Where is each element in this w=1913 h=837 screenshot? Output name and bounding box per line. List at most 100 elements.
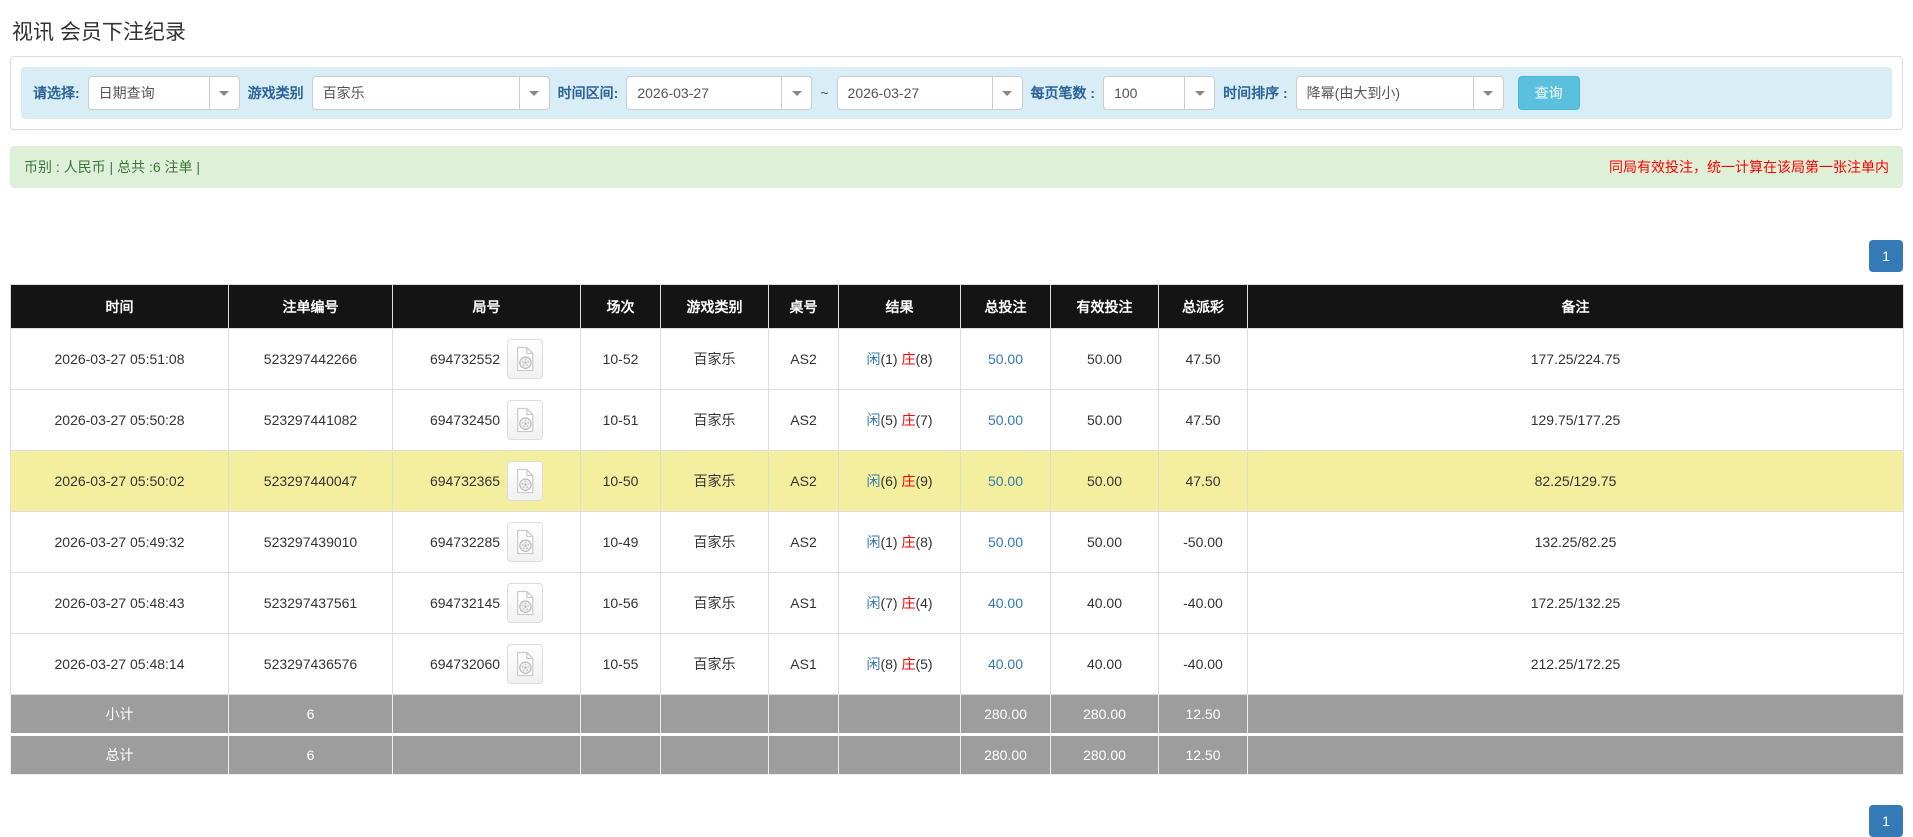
- cell-bet-id: 523297439010: [229, 512, 393, 573]
- search-button[interactable]: 查询: [1518, 76, 1580, 110]
- cell-payout: 47.50: [1159, 390, 1248, 451]
- page: 视讯 会员下注纪录 请选择: 日期查询 游戏类别 百家乐 时间区间: 2026-…: [0, 16, 1913, 837]
- cell-result: 闲(6) 庄(9): [839, 451, 961, 512]
- page-1-button[interactable]: 1: [1869, 805, 1903, 837]
- video-record-icon[interactable]: [507, 522, 543, 562]
- cell-total-bet[interactable]: 50.00: [961, 329, 1051, 390]
- cell-round-id: 694732145: [393, 573, 581, 634]
- cell-table-no: AS2: [769, 512, 839, 573]
- cell-bet-id: 523297441082: [229, 390, 393, 451]
- query-type-select[interactable]: 日期查询: [88, 76, 240, 110]
- footer-session: [581, 735, 661, 775]
- cell-table-no: AS1: [769, 573, 839, 634]
- cell-payout: -50.00: [1159, 512, 1248, 573]
- result-player-count: (7): [880, 595, 901, 611]
- cell-time: 2026-03-27 05:50:28: [11, 390, 229, 451]
- result-banker-label: 庄: [901, 351, 915, 367]
- pagination-top: 1: [10, 240, 1903, 272]
- video-record-icon[interactable]: [507, 461, 543, 501]
- footer-note: [1248, 695, 1904, 735]
- footer-note: [1248, 735, 1904, 775]
- cell-game: 百家乐: [661, 329, 769, 390]
- total-bet-link: 50.00: [988, 534, 1023, 550]
- cell-note: 129.75/177.25: [1248, 390, 1904, 451]
- cell-table-no: AS2: [769, 329, 839, 390]
- cell-total-bet[interactable]: 50.00: [961, 512, 1051, 573]
- column-header: 注单编号: [229, 285, 393, 329]
- cell-total-bet[interactable]: 50.00: [961, 451, 1051, 512]
- game-type-select[interactable]: 百家乐: [312, 76, 550, 110]
- table-row: 2026-03-27 05:48:14523297436576694732060…: [11, 634, 1904, 695]
- video-record-icon[interactable]: [507, 339, 543, 379]
- game-type-value: 百家乐: [313, 83, 519, 103]
- cell-game: 百家乐: [661, 573, 769, 634]
- cell-bet-id: 523297442266: [229, 329, 393, 390]
- footer-result: [839, 735, 961, 775]
- result-player-label: 闲: [866, 656, 880, 672]
- column-header: 有效投注: [1051, 285, 1159, 329]
- result-banker-count: (8): [915, 534, 932, 550]
- result-player-count: (1): [880, 351, 901, 367]
- cell-result: 闲(7) 庄(4): [839, 573, 961, 634]
- result-player-count: (1): [880, 534, 901, 550]
- result-banker-count: (7): [915, 412, 932, 428]
- round-id-text: 694732145: [430, 595, 500, 611]
- cell-total-bet[interactable]: 40.00: [961, 634, 1051, 695]
- betting-records-table: 时间注单编号局号场次游戏类别桌号结果总投注有效投注总派彩备注 2026-03-2…: [10, 284, 1904, 775]
- table-header-row: 时间注单编号局号场次游戏类别桌号结果总投注有效投注总派彩备注: [11, 285, 1904, 329]
- video-record-icon[interactable]: [507, 583, 543, 623]
- footer-count: 6: [229, 695, 393, 735]
- sort-select[interactable]: 降幂(由大到小): [1296, 76, 1504, 110]
- page-size-select[interactable]: 100: [1103, 76, 1215, 110]
- result-player-label: 闲: [866, 412, 880, 428]
- column-header: 总投注: [961, 285, 1051, 329]
- cell-table-no: AS2: [769, 390, 839, 451]
- date-from-select[interactable]: 2026-03-27: [626, 76, 812, 110]
- chevron-down-icon: [209, 77, 239, 109]
- pagination-bottom: 1: [10, 805, 1903, 837]
- video-record-icon[interactable]: [507, 644, 543, 684]
- cell-total-bet[interactable]: 50.00: [961, 390, 1051, 451]
- total-bet-link: 50.00: [988, 351, 1023, 367]
- cell-game: 百家乐: [661, 451, 769, 512]
- cell-session: 10-55: [581, 634, 661, 695]
- footer-game: [661, 735, 769, 775]
- column-header: 局号: [393, 285, 581, 329]
- cell-table-no: AS2: [769, 451, 839, 512]
- table-row: 2026-03-27 05:50:02523297440047694732365…: [11, 451, 1904, 512]
- cell-session: 10-49: [581, 512, 661, 573]
- page-1-button[interactable]: 1: [1869, 240, 1903, 272]
- cell-result: 闲(8) 庄(5): [839, 634, 961, 695]
- cell-valid-bet: 50.00: [1051, 451, 1159, 512]
- cell-payout: -40.00: [1159, 634, 1248, 695]
- page-title: 视讯 会员下注纪录: [12, 16, 1903, 46]
- result-banker-count: (5): [915, 656, 932, 672]
- cell-total-bet[interactable]: 40.00: [961, 573, 1051, 634]
- cell-round-id: 694732060: [393, 634, 581, 695]
- footer-round: [393, 695, 581, 735]
- query-type-label: 请选择:: [33, 83, 80, 103]
- chevron-down-icon: [781, 77, 811, 109]
- cell-game: 百家乐: [661, 390, 769, 451]
- cell-bet-id: 523297436576: [229, 634, 393, 695]
- cell-time: 2026-03-27 05:48:43: [11, 573, 229, 634]
- column-header: 总派彩: [1159, 285, 1248, 329]
- chevron-down-icon: [992, 77, 1022, 109]
- result-banker-label: 庄: [901, 656, 915, 672]
- footer-table-no: [769, 735, 839, 775]
- cell-note: 172.25/132.25: [1248, 573, 1904, 634]
- round-id-text: 694732450: [430, 412, 500, 428]
- result-player-count: (5): [880, 412, 901, 428]
- cell-note: 177.25/224.75: [1248, 329, 1904, 390]
- result-banker-label: 庄: [901, 473, 915, 489]
- date-to-select[interactable]: 2026-03-27: [837, 76, 1023, 110]
- result-player-count: (8): [880, 656, 901, 672]
- table-row: 2026-03-27 05:51:08523297442266694732552…: [11, 329, 1904, 390]
- footer-result: [839, 695, 961, 735]
- result-player-label: 闲: [866, 595, 880, 611]
- date-from-value: 2026-03-27: [627, 85, 781, 101]
- video-record-icon[interactable]: [507, 400, 543, 440]
- footer-valid-bet: 280.00: [1051, 695, 1159, 735]
- cell-session: 10-52: [581, 329, 661, 390]
- column-header: 备注: [1248, 285, 1904, 329]
